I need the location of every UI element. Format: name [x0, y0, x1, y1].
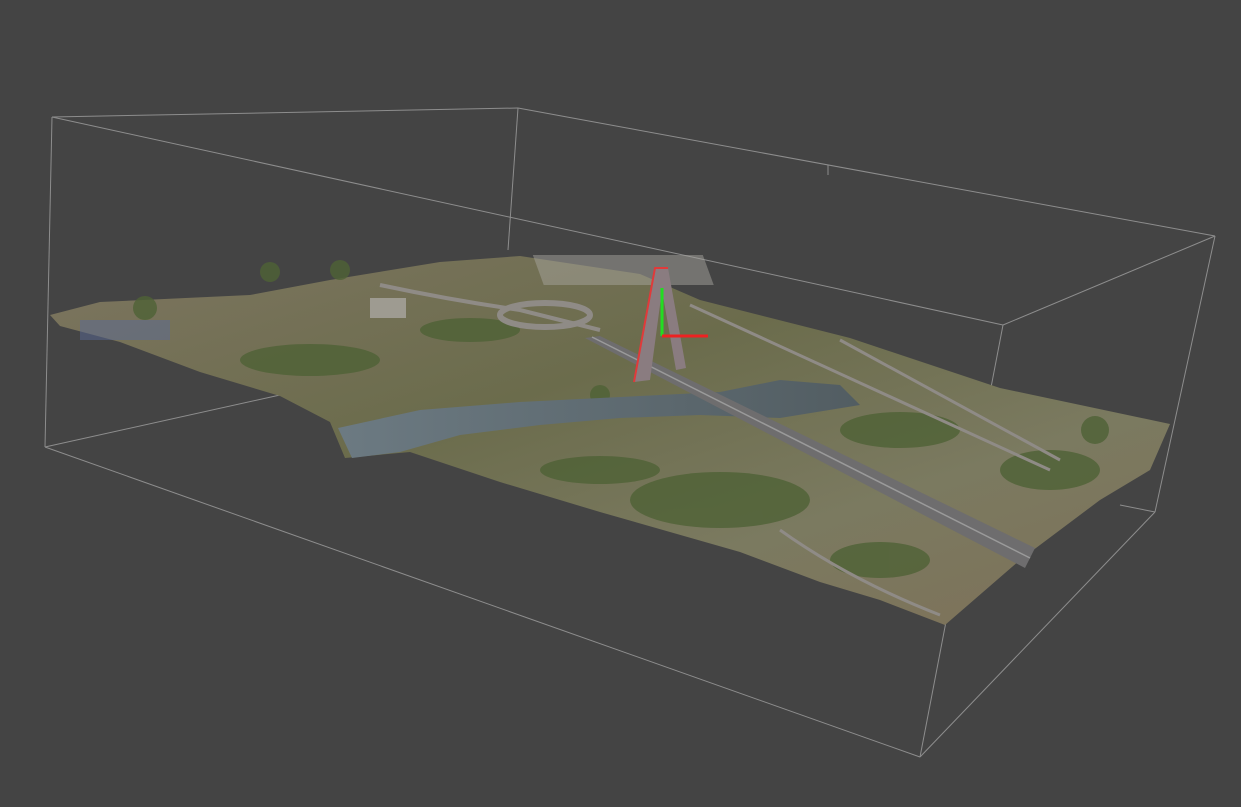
3d-viewport[interactable] — [0, 0, 1241, 807]
terrain-mesh[interactable] — [50, 255, 1170, 625]
